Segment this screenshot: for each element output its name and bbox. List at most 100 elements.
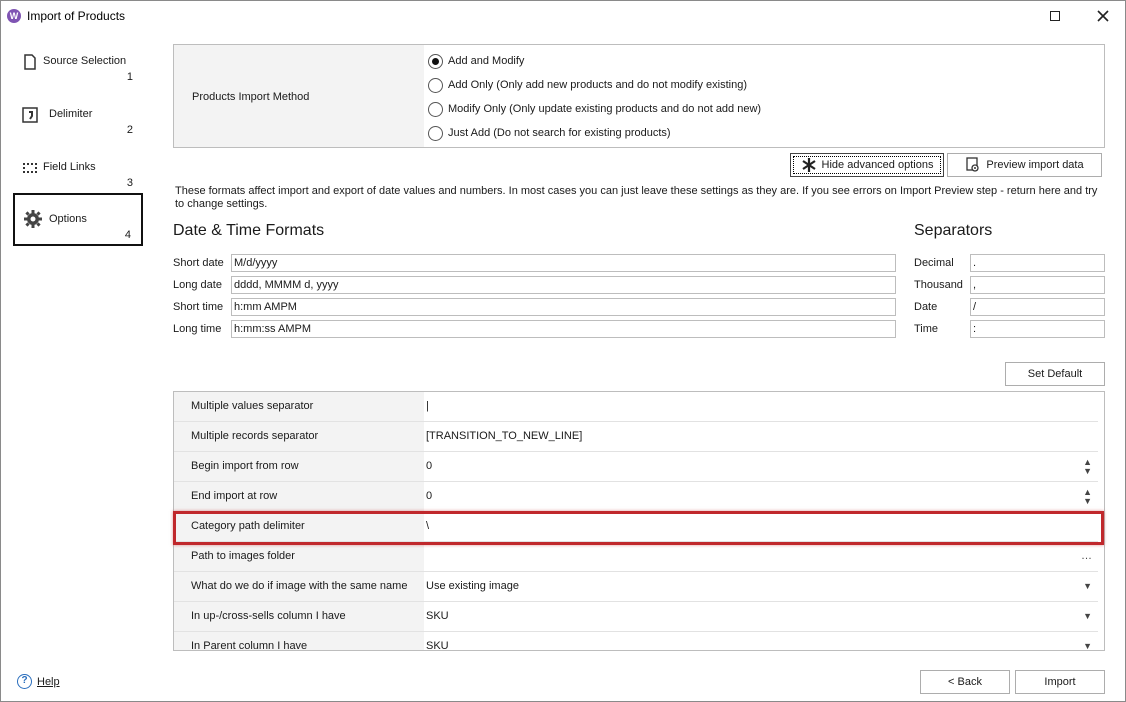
separators-heading: Separators xyxy=(914,222,993,239)
spinner-control[interactable]: ▲ ▼ xyxy=(1083,452,1092,481)
dropdown-arrow-icon[interactable]: ▼ xyxy=(1083,602,1092,631)
close-button[interactable] xyxy=(1089,5,1117,27)
grid-row-image-same-name[interactable]: What do we do if image with the same nam… xyxy=(174,572,1098,602)
help-icon: ? xyxy=(17,674,32,689)
radio-unselected-icon xyxy=(428,77,443,93)
grid-row-value[interactable]: SKU xyxy=(426,602,1096,631)
grid-row-key: End import at row xyxy=(174,482,424,511)
maximize-button[interactable] xyxy=(1041,5,1069,27)
sidebar-item-label: Delimiter xyxy=(49,108,93,120)
grid-row-value[interactable]: | xyxy=(426,392,1096,421)
long-date-label: Long date xyxy=(173,279,222,291)
radio-label: Add Only (Only add new products and do n… xyxy=(448,79,747,91)
time-separator-label: Time xyxy=(914,323,939,335)
radio-label: Just Add (Do not search for existing pro… xyxy=(448,127,671,139)
grid-row-images-folder[interactable]: Path to images folder … xyxy=(174,542,1098,572)
maximize-icon xyxy=(1050,11,1060,21)
radio-modify-only[interactable]: Modify Only (Only update existing produc… xyxy=(428,100,761,118)
sidebar-item-label: Field Links xyxy=(43,161,96,173)
app-logo-icon: W xyxy=(7,9,21,23)
date-time-heading: Date & Time Formats xyxy=(173,222,325,239)
import-method-options: Add and Modify Add Only (Only add new pr… xyxy=(424,45,1104,147)
sidebar-item-delimiter[interactable]: Delimiter 2 xyxy=(13,98,143,150)
category-path-highlight xyxy=(173,511,1104,545)
radio-add-only[interactable]: Add Only (Only add new products and do n… xyxy=(428,76,747,94)
decimal-input[interactable]: . xyxy=(970,254,1105,272)
thousand-input[interactable]: , xyxy=(970,276,1105,294)
grid-row-multiple-values-separator[interactable]: Multiple values separator | xyxy=(174,392,1098,422)
time-separator-input[interactable]: : xyxy=(970,320,1105,338)
radio-unselected-icon xyxy=(428,101,443,117)
sidebar-item-step: 1 xyxy=(126,71,133,83)
short-time-input[interactable]: h:mm AMPM xyxy=(231,298,896,316)
import-method-panel: Products Import Method Add and Modify Ad… xyxy=(173,44,1105,148)
ellipsis-browse-icon[interactable]: … xyxy=(1081,542,1092,571)
grid-row-key: Begin import from row xyxy=(174,452,424,481)
preview-import-data-button[interactable]: Preview import data xyxy=(947,153,1102,177)
grid-row-key: In Parent column I have xyxy=(174,632,424,650)
set-default-button[interactable]: Set Default xyxy=(1005,362,1105,386)
grid-row-value[interactable]: 0 xyxy=(426,452,1096,481)
spinner-control[interactable]: ▲ ▼ xyxy=(1083,482,1092,511)
sidebar-item-step: 2 xyxy=(126,124,133,136)
dropdown-arrow-icon[interactable]: ▼ xyxy=(1083,572,1092,601)
import-method-label: Products Import Method xyxy=(192,91,310,103)
gear-icon xyxy=(24,210,42,228)
grid-row-value[interactable]: 0 xyxy=(426,482,1096,511)
spin-down-icon[interactable]: ▼ xyxy=(1083,496,1092,506)
window-title: Import of Products xyxy=(27,9,126,23)
preview-icon xyxy=(966,157,980,172)
hide-advanced-options-label: Hide advanced options xyxy=(821,159,934,171)
sidebar-item-step: 4 xyxy=(124,229,131,241)
close-icon xyxy=(1097,10,1109,22)
grid-row-begin-import-row[interactable]: Begin import from row 0 ▲ ▼ xyxy=(174,452,1098,482)
radio-label: Add and Modify xyxy=(448,55,525,67)
short-time-label: Short time xyxy=(173,301,224,313)
long-time-input[interactable]: h:mm:ss AMPM xyxy=(231,320,896,338)
long-date-input[interactable]: dddd, MMMM d, yyyy xyxy=(231,276,896,294)
formats-info-text: These formats affect import and export o… xyxy=(175,185,1098,210)
grid-row-end-import-row[interactable]: End import at row 0 ▲ ▼ xyxy=(174,482,1098,512)
thousand-label: Thousand xyxy=(914,279,963,291)
sidebar-item-label: Source Selection xyxy=(43,55,127,67)
short-date-label: Short date xyxy=(173,257,224,269)
grid-row-key: What do we do if image with the same nam… xyxy=(174,572,424,601)
preview-import-data-label: Preview import data xyxy=(986,159,1084,171)
grid-row-value[interactable]: [TRANSITION_TO_NEW_LINE] xyxy=(426,422,1096,451)
grid-row-key: In up-/cross-sells column I have xyxy=(174,602,424,631)
title-bar: W Import of Products xyxy=(1,1,1125,31)
document-icon xyxy=(24,54,36,70)
grid-row-value[interactable]: Use existing image xyxy=(426,572,1096,601)
import-window: W Import of Products Source Selection 1 … xyxy=(0,0,1126,702)
grid-row-value[interactable]: SKU xyxy=(426,632,1096,650)
date-separator-input[interactable]: / xyxy=(970,298,1105,316)
short-date-input[interactable]: M/d/yyyy xyxy=(231,254,896,272)
help-label: Help xyxy=(37,675,60,688)
sidebar-item-source-selection[interactable]: Source Selection 1 xyxy=(13,45,143,97)
hide-advanced-options-button[interactable]: Hide advanced options xyxy=(790,153,944,177)
radio-selected-icon xyxy=(428,53,443,69)
back-button[interactable]: < Back xyxy=(920,670,1010,694)
delimiter-icon xyxy=(22,107,38,123)
import-button[interactable]: Import xyxy=(1015,670,1105,694)
radio-label: Modify Only (Only update existing produc… xyxy=(448,103,762,115)
field-links-icon xyxy=(23,163,37,173)
long-time-label: Long time xyxy=(173,323,222,335)
grid-row-multiple-records-separator[interactable]: Multiple records separator [TRANSITION_T… xyxy=(174,422,1098,452)
sidebar-item-label: Options xyxy=(49,213,87,225)
grid-row-cross-sells-column[interactable]: In up-/cross-sells column I have SKU ▼ xyxy=(174,602,1098,632)
grid-row-key: Path to images folder xyxy=(174,542,424,571)
date-separator-label: Date xyxy=(914,301,938,313)
decimal-label: Decimal xyxy=(914,257,954,269)
help-link[interactable]: ? Help xyxy=(17,674,60,689)
sidebar-item-options[interactable]: Options 4 xyxy=(13,193,143,246)
grid-row-parent-column[interactable]: In Parent column I have SKU ▼ xyxy=(174,632,1098,651)
grid-row-key: Multiple values separator xyxy=(174,392,424,421)
radio-add-and-modify[interactable]: Add and Modify xyxy=(428,52,524,70)
grid-row-key: Multiple records separator xyxy=(174,422,424,451)
sidebar-item-step: 3 xyxy=(126,177,133,189)
radio-just-add[interactable]: Just Add (Do not search for existing pro… xyxy=(428,124,671,142)
grid-row-value[interactable] xyxy=(426,542,1096,571)
spin-down-icon[interactable]: ▼ xyxy=(1083,466,1092,476)
dropdown-arrow-icon[interactable]: ▼ xyxy=(1083,632,1092,651)
